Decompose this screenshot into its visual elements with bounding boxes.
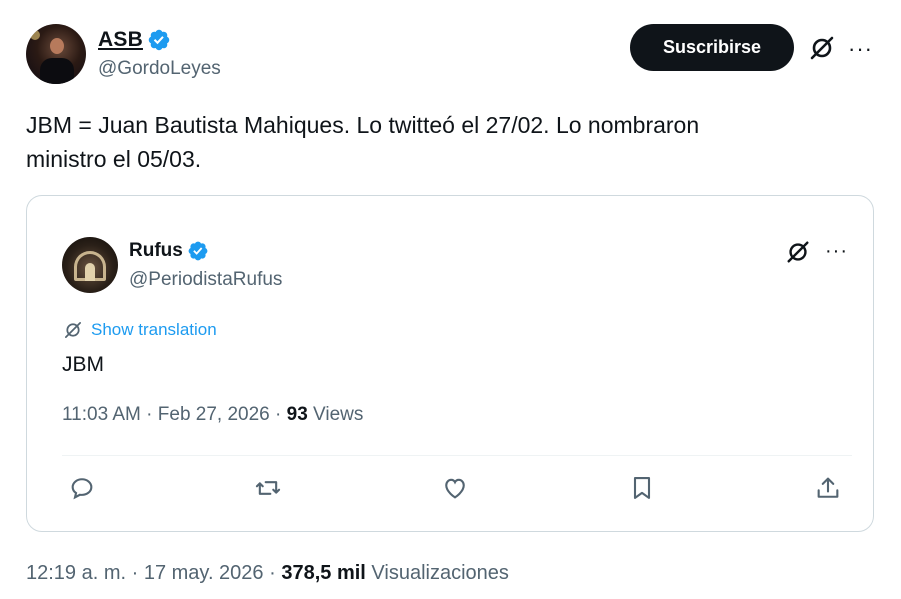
bookmark-button[interactable] [628,474,658,504]
avatar-face [50,38,64,54]
retweet-icon [255,481,281,495]
avatar-light [30,30,40,40]
share-button[interactable] [814,474,844,504]
grok-icon [65,322,81,338]
quoted-author-name[interactable]: Rufus [129,240,183,262]
grok-icon[interactable] [808,34,836,62]
author-avatar[interactable] [26,24,86,84]
quoted-tweet-card[interactable]: Rufus @PeriodistaRufus ··· Show translat… [26,195,874,532]
reply-icon [71,478,93,500]
quoted-tweet-date[interactable]: Feb 27, 2026 [158,404,270,425]
views-count: 378,5 mil [281,562,366,584]
subscribe-button[interactable]: Suscribirse [630,24,794,71]
grok-icon[interactable] [785,239,811,265]
show-translation-label[interactable]: Show translation [91,320,217,340]
quoted-tweet-meta: 11:03 AM · Feb 27, 2026 · 93 Views [62,404,363,426]
tweet-time[interactable]: 12:19 a. m. [26,562,126,584]
tweet-text-line-2: ministro el 05/03. [26,146,202,172]
tweet-text-line-1: JBM = Juan Bautista Mahiques. Lo twitteó… [26,112,700,138]
separator: · [126,562,144,584]
retweet-button[interactable] [254,474,284,504]
bookmark-icon [633,477,651,499]
quoted-author-handle[interactable]: @PeriodistaRufus [129,269,282,291]
more-options-icon[interactable]: ··· [848,36,873,62]
like-icon [445,478,465,499]
tweet-meta: 12:19 a. m. · 17 may. 2026 · 378,5 mil V… [26,562,509,585]
avatar-door [85,263,95,281]
author-name[interactable]: ASB [98,28,143,52]
views-label: Visualizaciones [365,562,509,584]
author-name-row: ASB [98,28,171,52]
tweet-text: JBM = Juan Bautista Mahiques. Lo twitteó… [26,108,856,176]
avatar-suit [40,58,74,84]
quoted-views-label: Views [307,404,364,425]
tweet-date[interactable]: 17 may. 2026 [144,562,264,584]
quoted-author-name-row: Rufus [129,240,209,262]
reply-button[interactable] [68,474,98,504]
quoted-tweet-text: JBM [62,353,104,376]
like-button[interactable] [441,474,471,504]
more-options-icon[interactable]: ··· [825,240,848,263]
divider [62,455,852,456]
separator: · [140,404,158,425]
quoted-views-count: 93 [286,404,308,425]
share-icon [817,477,839,498]
verified-badge-icon [188,241,208,261]
quoted-tweet-time[interactable]: 11:03 AM [62,404,141,425]
author-handle[interactable]: @GordoLeyes [98,58,221,80]
show-translation-link[interactable]: Show translation [63,320,217,340]
quoted-author-avatar[interactable] [62,237,118,293]
separator: · [269,404,287,425]
separator: · [263,562,282,584]
verified-badge-icon [148,29,170,51]
